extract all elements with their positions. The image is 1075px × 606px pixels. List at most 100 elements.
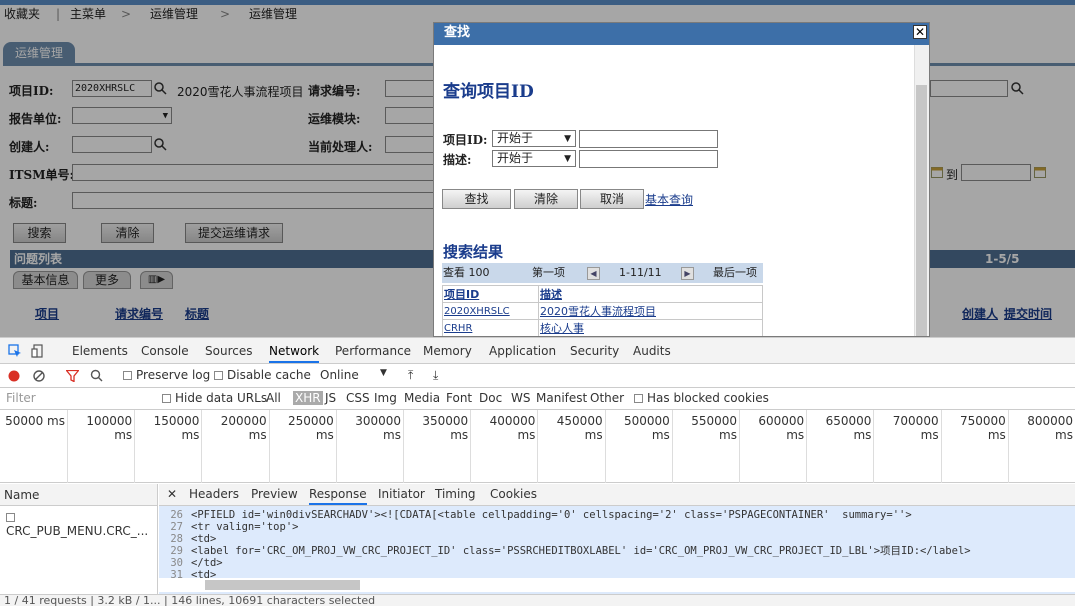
tab-timing[interactable]: Timing xyxy=(435,487,476,501)
line-number: 26 xyxy=(170,509,183,521)
filter-icon[interactable] xyxy=(66,370,79,382)
type-filter-doc[interactable]: Doc xyxy=(479,391,502,405)
timeline-label: 800000 ms xyxy=(1027,414,1073,442)
cancel-button[interactable]: 取消 xyxy=(580,189,644,209)
last-link[interactable]: 最后一项 xyxy=(713,263,757,283)
preserve-log-checkbox[interactable]: Preserve log xyxy=(123,368,210,382)
chevron-down-icon[interactable]: ▼ xyxy=(380,368,387,378)
col-description[interactable]: 描述 xyxy=(538,285,763,303)
hide-data-urls-checkbox[interactable]: Hide data URLs xyxy=(162,391,267,405)
tab-network[interactable]: Network xyxy=(269,344,320,363)
tab-preview[interactable]: Preview xyxy=(251,487,298,501)
tab-initiator[interactable]: Initiator xyxy=(378,487,425,501)
device-toggle-icon[interactable] xyxy=(31,344,45,358)
tab-elements[interactable]: Elements xyxy=(72,344,128,358)
type-filter-ws[interactable]: WS xyxy=(511,391,530,405)
view-100-link[interactable]: 查看 100 xyxy=(443,263,490,283)
scrollbar-thumb[interactable] xyxy=(205,580,360,590)
clear-icon[interactable] xyxy=(33,370,45,382)
type-filter-js[interactable]: JS xyxy=(325,391,336,405)
filter-input[interactable]: Filter xyxy=(6,391,36,405)
col-project-id[interactable]: 项目ID xyxy=(442,285,539,303)
type-filter-other[interactable]: Other xyxy=(590,391,624,405)
code-text: <tr valign='top'> xyxy=(191,521,299,533)
timeline-label: 400000 ms xyxy=(489,414,536,442)
dialog-scrollbar[interactable] xyxy=(914,45,929,336)
throttle-select[interactable]: Online xyxy=(320,368,359,382)
dialog-heading: 查询项目ID xyxy=(443,82,534,102)
close-icon[interactable]: ✕ xyxy=(913,25,927,39)
preserve-log-label: Preserve log xyxy=(136,368,211,382)
timeline-label: 200000 ms xyxy=(220,414,267,442)
basic-search-link[interactable]: 基本查询 xyxy=(645,191,693,208)
lookup-dialog: 查找 ✕ 查询项目ID 项目ID: 开始于 描述: 开始于 查找 清除 取消 基… xyxy=(433,22,930,337)
type-filter-all[interactable]: All xyxy=(266,391,281,405)
dialog-title: 查找 xyxy=(434,23,929,45)
results-heading: 搜索结果 xyxy=(443,243,504,261)
first-link[interactable]: 第一项 xyxy=(532,263,565,283)
find-button[interactable]: 查找 xyxy=(442,189,511,209)
pid-input[interactable] xyxy=(579,130,718,148)
tab-cookies[interactable]: Cookies xyxy=(490,487,537,501)
inspect-icon[interactable] xyxy=(8,344,22,358)
name-column-header[interactable]: Name xyxy=(0,484,158,506)
desc-input[interactable] xyxy=(579,150,718,168)
tab-application[interactable]: Application xyxy=(489,344,556,358)
code-text: <PFIELD id='win0divSEARCHADV'><![CDATA[<… xyxy=(191,509,912,521)
pid-operator-select[interactable]: 开始于 xyxy=(492,130,576,147)
request-row[interactable]: CRC_PUB_MENU.CRC_... xyxy=(6,510,157,538)
scrollbar-thumb[interactable] xyxy=(916,85,927,336)
import-har-icon[interactable]: ⤒ xyxy=(408,368,413,383)
result-desc[interactable]: 核心人事 xyxy=(538,319,763,336)
tab-sources[interactable]: Sources xyxy=(205,344,252,358)
clear-button[interactable]: 清除 xyxy=(514,189,578,209)
type-filter-img[interactable]: Img xyxy=(374,391,397,405)
status-bar: 1 / 41 requests | 3.2 kB / 1... | 146 li… xyxy=(0,594,1075,606)
search-icon[interactable] xyxy=(90,369,103,382)
type-filter-css[interactable]: CSS xyxy=(346,391,370,405)
timeline-label: 700000 ms xyxy=(892,414,939,442)
results-nav-bar: 查看 100 第一项 ◀ 1-11/11 ▶ 最后一项 xyxy=(442,263,763,283)
desc-operator-select[interactable]: 开始于 xyxy=(492,150,576,167)
tab-audits[interactable]: Audits xyxy=(633,344,671,358)
table-row[interactable]: 2020XHRSLC 2020雪花人事流程项目 xyxy=(442,302,763,320)
timeline-label: 350000 ms xyxy=(422,414,469,442)
code-text: <td> xyxy=(191,533,217,545)
network-timeline[interactable]: 50000 ms 100000 ms 150000 ms 200000 ms 25000… xyxy=(0,410,1075,483)
devtools-panel: Elements Console Sources Network Performance… xyxy=(0,337,1075,606)
blocked-cookies-label: Has blocked cookies xyxy=(647,391,769,405)
timeline-label: 750000 ms xyxy=(959,414,1006,442)
timeline-label: 300000 ms xyxy=(355,414,401,442)
results-range: 1-11/11 xyxy=(619,266,662,279)
timeline-label: 600000 ms xyxy=(758,414,805,442)
app-area: 收藏夹 | 主菜单 > 运维管理 > 运维管理 运维管理 项目ID: 2020X… xyxy=(0,0,1075,337)
type-filter-media[interactable]: Media xyxy=(404,391,440,405)
type-filter-font[interactable]: Font xyxy=(446,391,472,405)
result-id[interactable]: CRHR xyxy=(442,319,539,336)
tab-memory[interactable]: Memory xyxy=(423,344,472,358)
table-header-row: 项目ID 描述 xyxy=(442,285,763,303)
result-id[interactable]: 2020XHRSLC xyxy=(442,302,539,320)
tab-console[interactable]: Console xyxy=(141,344,189,358)
tab-headers[interactable]: Headers xyxy=(189,487,239,501)
tab-security[interactable]: Security xyxy=(570,344,619,358)
request-list: CRC_PUB_MENU.CRC_... xyxy=(0,506,158,594)
prev-icon[interactable]: ◀ xyxy=(587,267,600,280)
type-filter-manifest[interactable]: Manifest xyxy=(536,391,587,405)
disable-cache-label: Disable cache xyxy=(227,368,311,382)
result-desc[interactable]: 2020雪花人事流程项目 xyxy=(538,302,763,320)
table-row[interactable]: CRHR 核心人事 xyxy=(442,319,763,336)
line-number: 30 xyxy=(170,557,183,569)
next-icon[interactable]: ▶ xyxy=(681,267,694,280)
disable-cache-checkbox[interactable]: Disable cache xyxy=(214,368,311,382)
record-icon[interactable] xyxy=(8,370,20,382)
blocked-cookies-checkbox[interactable]: Has blocked cookies xyxy=(634,391,769,405)
tab-performance[interactable]: Performance xyxy=(335,344,411,358)
tab-response[interactable]: Response xyxy=(309,487,367,505)
close-icon[interactable]: ✕ xyxy=(167,487,177,501)
desc-label: 描述: xyxy=(443,153,472,167)
type-filter-xhr[interactable]: XHR xyxy=(293,391,323,405)
export-har-icon[interactable]: ⤓ xyxy=(433,368,438,383)
timeline-label: 550000 ms xyxy=(691,414,737,442)
timeline-label: 500000 ms xyxy=(623,414,670,442)
